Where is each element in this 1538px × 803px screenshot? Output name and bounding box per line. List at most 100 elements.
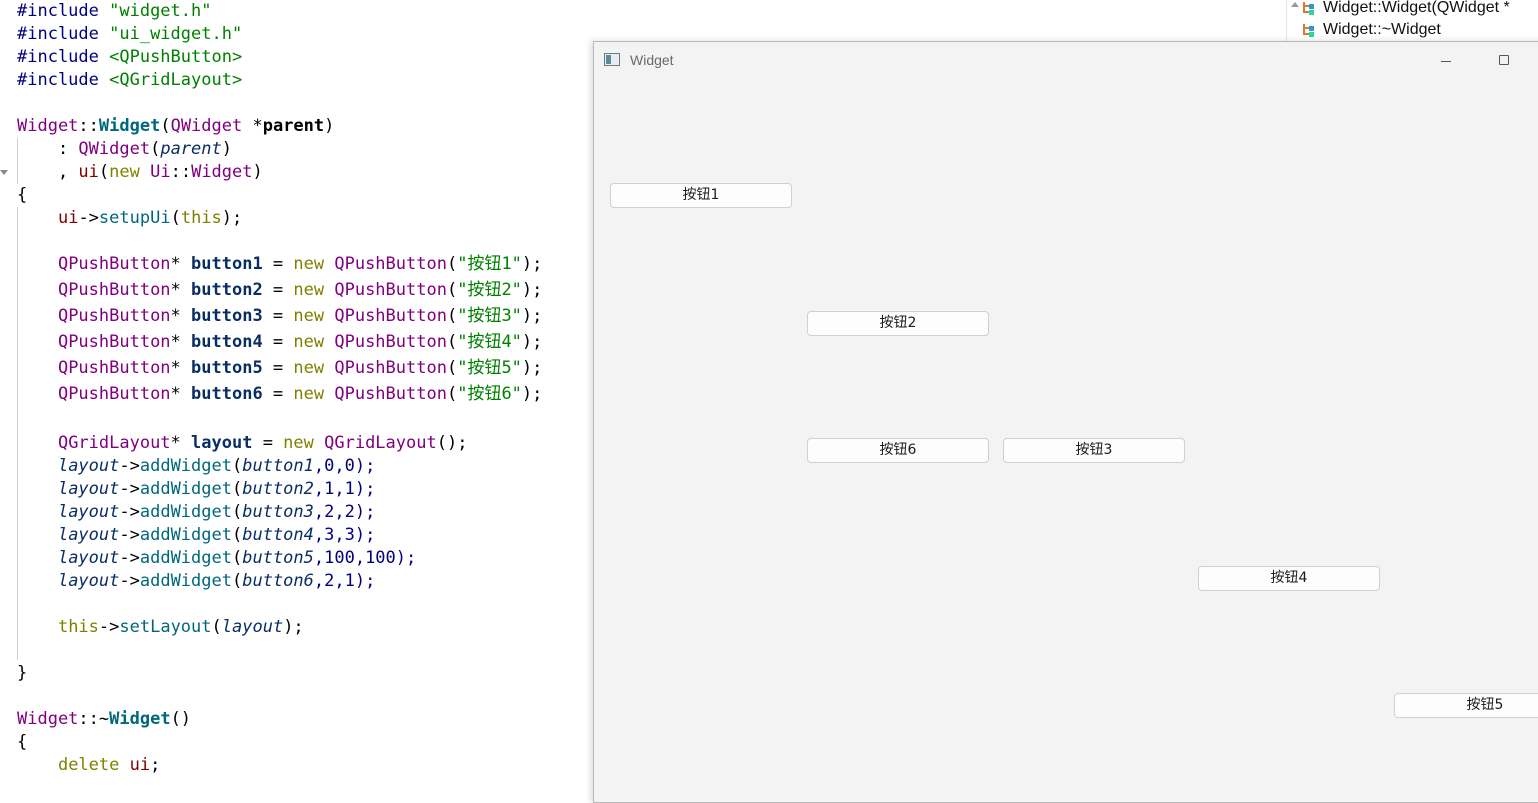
code-token: :: xyxy=(170,162,192,182)
code-token: ui xyxy=(78,162,99,182)
code-token: ; xyxy=(150,755,161,775)
code-token: ); xyxy=(521,384,543,404)
code-token: ( xyxy=(231,479,243,499)
code-token: :: xyxy=(78,116,99,136)
code-line: QPushButton* button6 = new QPushButton("… xyxy=(17,383,542,406)
minimize-button[interactable] xyxy=(1428,51,1464,73)
code-token: setupUi xyxy=(98,208,171,228)
code-token: * xyxy=(170,254,192,274)
code-token: = xyxy=(262,384,294,404)
button-3[interactable]: 按钮3 xyxy=(1003,438,1185,463)
code-line: QGridLayout* layout = new QGridLayout(); xyxy=(17,432,467,455)
code-token: ); xyxy=(521,280,543,300)
code-token: parent xyxy=(262,116,325,136)
code-token: QPushButton xyxy=(57,384,171,404)
code-line: layout->addWidget(button2,1,1); xyxy=(17,478,375,501)
code-token: * xyxy=(170,280,192,300)
code-editor[interactable]: #include "widget.h" #include "ui_widget.h… xyxy=(0,0,594,780)
code-line: , ui(new Ui::Widget) xyxy=(17,161,263,184)
code-token: delete xyxy=(57,755,130,775)
code-token: QPushButton xyxy=(57,358,171,378)
button-1[interactable]: 按钮1 xyxy=(610,183,792,208)
widget-window[interactable]: Widget 按钮1 按钮2 按钮6 按钮3 按钮4 按钮5 xyxy=(593,41,1538,803)
code-token: -> xyxy=(78,208,99,228)
button-5[interactable]: 按钮5 xyxy=(1394,693,1538,718)
code-token: QWidget xyxy=(78,139,151,159)
code-token: layout xyxy=(191,433,253,453)
code-line: { xyxy=(17,184,27,207)
outline-item-constructor[interactable]: Widget::Widget(QWidget * xyxy=(1303,0,1510,19)
code-token: QPushButton xyxy=(334,332,447,352)
code-token: ); xyxy=(521,254,543,274)
code-token: = xyxy=(262,358,294,378)
code-token: QPushButton xyxy=(57,306,171,326)
code-token: addWidget xyxy=(139,479,232,499)
code-token: #include xyxy=(17,24,110,44)
code-token: layout xyxy=(57,548,120,568)
code-token: button1 xyxy=(191,254,263,274)
code-token: new xyxy=(293,254,335,274)
code-token: "按钮5" xyxy=(457,358,522,378)
code-token: button3 xyxy=(242,502,314,522)
outline-item-destructor[interactable]: Widget::~Widget xyxy=(1303,19,1441,41)
code-token: QPushButton xyxy=(334,280,447,300)
code-token: * xyxy=(170,306,192,326)
code-token: new xyxy=(283,433,325,453)
code-token: Widget xyxy=(17,116,79,136)
code-token: ( xyxy=(446,384,458,404)
indent-guide xyxy=(17,207,18,660)
code-token: { xyxy=(17,732,28,752)
button-6[interactable]: 按钮6 xyxy=(807,438,989,463)
code-token: "按钮3" xyxy=(457,306,522,326)
code-token: ( xyxy=(231,456,243,476)
code-token: ui xyxy=(57,208,79,228)
code-line: QPushButton* button3 = new QPushButton("… xyxy=(17,305,542,328)
code-token: : xyxy=(17,139,79,159)
code-token: = xyxy=(262,280,294,300)
code-line: layout->addWidget(button4,3,3); xyxy=(17,524,375,547)
code-token: ,1,1); xyxy=(313,479,376,499)
code-token: layout xyxy=(57,502,120,522)
code-token: ) xyxy=(221,139,232,159)
code-token: () xyxy=(170,709,192,729)
code-token: new xyxy=(293,358,335,378)
code-token: ( xyxy=(446,280,458,300)
code-token: "按钮2" xyxy=(457,280,522,300)
code-token: ui xyxy=(129,755,151,775)
scroll-up-arrow-icon[interactable] xyxy=(1291,2,1299,7)
title-bar[interactable]: Widget xyxy=(594,42,1538,80)
code-line: #include "widget.h" xyxy=(17,0,211,23)
code-line: layout->addWidget(button5,100,100); xyxy=(17,547,416,570)
button-2[interactable]: 按钮2 xyxy=(807,311,989,336)
window-title: Widget xyxy=(630,52,674,68)
code-token: Widget xyxy=(109,709,171,729)
code-line: #include <QGridLayout> xyxy=(17,69,242,92)
code-token: this xyxy=(57,617,99,637)
maximize-button[interactable] xyxy=(1486,51,1522,73)
code-token: = xyxy=(252,433,284,453)
code-token: { xyxy=(17,185,28,205)
code-token: ,100,100); xyxy=(313,548,417,568)
code-token: ); xyxy=(221,208,243,228)
outline-panel: Widget::Widget(QWidget * Widget::~Widget xyxy=(1286,0,1538,42)
code-token: ,2,1); xyxy=(313,571,376,591)
code-token: #include xyxy=(17,70,110,90)
code-token: ); xyxy=(521,358,543,378)
code-token: layout xyxy=(221,617,284,637)
code-token: -> xyxy=(119,548,140,568)
code-token: ( xyxy=(150,139,161,159)
button-4[interactable]: 按钮4 xyxy=(1198,566,1380,591)
code-token: addWidget xyxy=(139,502,232,522)
code-token: (); xyxy=(436,433,468,453)
code-token: -> xyxy=(119,502,140,522)
code-token: = xyxy=(262,254,294,274)
code-line: this->setLayout(layout); xyxy=(17,616,304,639)
fold-arrow-icon[interactable] xyxy=(0,170,8,175)
code-token: * xyxy=(170,384,192,404)
code-line: { xyxy=(17,731,27,754)
indent-guide xyxy=(17,138,18,184)
